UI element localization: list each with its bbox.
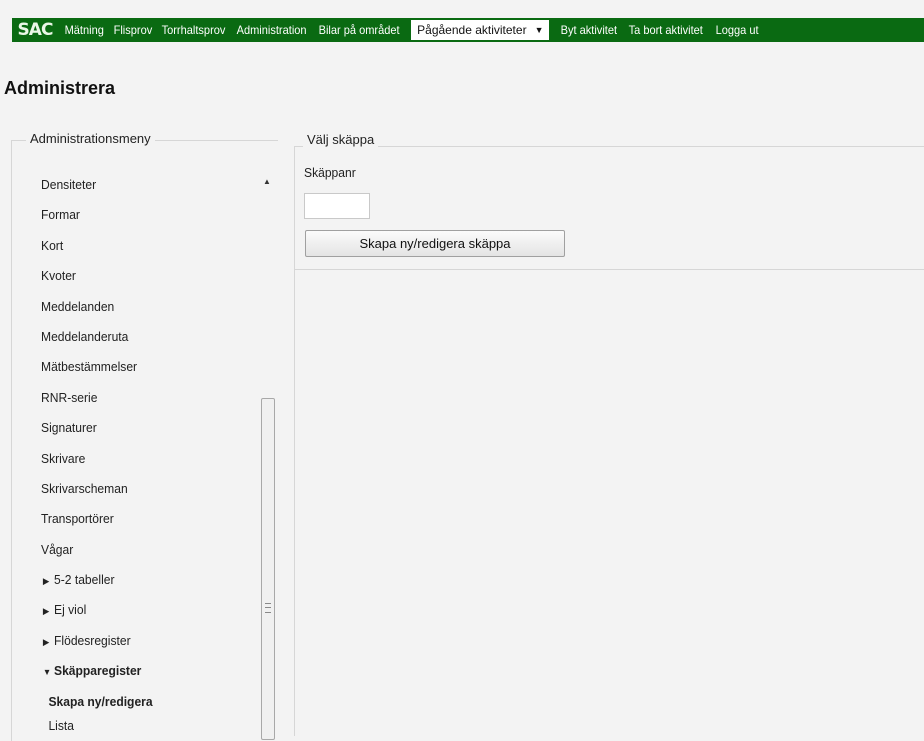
nav-torrhaltsprov[interactable]: Torrhaltsprov (157, 18, 230, 42)
caret-right-icon: ▶ (42, 606, 50, 617)
caret-down-icon: ▼ (42, 667, 52, 678)
skappanr-input[interactable] (304, 193, 370, 219)
menu-item-meddelanden[interactable]: Meddelanden (41, 292, 153, 322)
skappanr-label: Skäppanr (304, 165, 356, 180)
scrollbar-thumb[interactable] (261, 398, 275, 740)
sac-logo[interactable]: SAC (14, 20, 56, 40)
nav-ta-bort-aktivitet[interactable]: Ta bort aktivitet (624, 18, 707, 42)
admin-menu-legend: Administrationsmeny (26, 131, 155, 146)
menu-item-densiteter[interactable]: Densiteter (41, 170, 153, 200)
activity-select[interactable]: Pågående aktiviteter ▼ (410, 19, 551, 41)
menu-item-skrivare[interactable]: Skrivare (41, 444, 153, 474)
menu-item-transportorer[interactable]: Transportörer (41, 504, 153, 534)
scroll-up-arrow-icon[interactable]: ▲ (259, 174, 275, 190)
menu-group-label: Flödesregister (54, 632, 131, 648)
page-title: Administrera (4, 78, 116, 98)
nav-administration[interactable]: Administration (232, 18, 311, 42)
nav-flisprov[interactable]: Flisprov (109, 18, 157, 42)
menu-item-kort[interactable]: Kort (41, 231, 153, 261)
menu-group-label: Skäpparegister (54, 663, 142, 679)
grip-icon (265, 603, 271, 613)
menu-scrollbar[interactable]: ▲ (259, 170, 275, 740)
menu-item-meddelanderuta[interactable]: Meddelanderuta (41, 322, 153, 352)
top-nav: SAC Mätning Flisprov Torrhaltsprov Admin… (12, 18, 924, 42)
activity-select-value: Pågående aktiviteter (417, 23, 527, 37)
menu-item-vagar[interactable]: Vågar (41, 535, 153, 565)
create-edit-skappa-button[interactable]: Skapa ny/redigera skäppa (305, 230, 565, 257)
caret-right-icon: ▶ (42, 576, 50, 587)
menu-item-kvoter[interactable]: Kvoter (41, 261, 153, 291)
menu-group-skapparegister[interactable]: ▼ Skäpparegister (41, 656, 153, 686)
menu-item-rnr-serie[interactable]: RNR-serie (41, 383, 153, 413)
admin-menu-list: Densiteter Formar Kort Kvoter Meddelande… (41, 170, 161, 737)
menu-item-skrivarscheman[interactable]: Skrivarscheman (41, 474, 153, 504)
menu-group-ej-viol[interactable]: ▶ Ej viol (41, 595, 153, 625)
menu-group-label: Ej viol (54, 602, 87, 618)
menu-item-matbestammelser[interactable]: Mätbestämmelser (41, 352, 153, 382)
menu-item-signaturer[interactable]: Signaturer (41, 413, 153, 443)
nav-matning[interactable]: Mätning (60, 18, 108, 42)
chevron-down-icon: ▼ (534, 25, 544, 35)
select-skappa-legend: Välj skäppa (303, 132, 379, 147)
menu-subitem-lista[interactable]: Lista (41, 715, 153, 737)
nav-bilar[interactable]: Bilar på området (314, 18, 404, 42)
nav-byt-aktivitet[interactable]: Byt aktivitet (556, 18, 622, 42)
menu-item-formar[interactable]: Formar (41, 200, 153, 230)
nav-logga-ut[interactable]: Logga ut (711, 18, 763, 42)
caret-right-icon: ▶ (42, 636, 50, 647)
menu-group-flodesregister[interactable]: ▶ Flödesregister (41, 626, 153, 656)
menu-group-label: 5-2 tabeller (54, 572, 115, 588)
menu-group-5-2-tabeller[interactable]: ▶ 5-2 tabeller (41, 565, 153, 595)
menu-subitem-skapa-ny-redigera[interactable]: Skapa ny/redigera (41, 687, 153, 715)
